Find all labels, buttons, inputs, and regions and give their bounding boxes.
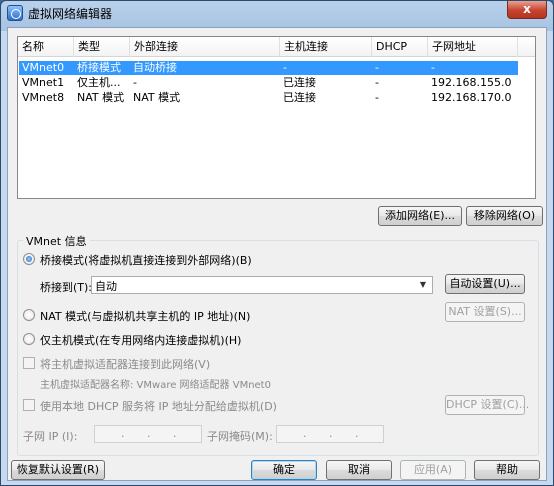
column-header-dhcp[interactable]: DHCP	[372, 37, 428, 57]
bridge-to-select[interactable]: 自动 ▼	[91, 276, 433, 294]
cell-subnet: 192.168.170.0	[431, 91, 512, 104]
chevron-down-icon: ▼	[419, 280, 427, 289]
nat-mode-radio[interactable]	[23, 309, 35, 321]
host-only-radio[interactable]	[23, 333, 35, 345]
column-header-name[interactable]: 名称	[18, 37, 74, 57]
network-list[interactable]: 名称 类型 外部连接 主机连接 DHCP 子网地址 VMnet0 桥接模式 自动…	[17, 36, 536, 199]
subnet-ip-input[interactable]: . . .	[94, 425, 202, 443]
cancel-button[interactable]: 取消	[326, 460, 392, 480]
use-dhcp-label[interactable]: 使用本地 DHCP 服务将 IP 地址分配给虚拟机(D)	[40, 398, 277, 414]
restore-defaults-button[interactable]: 恢复默认设置(R)	[11, 460, 105, 480]
cell-host: -	[283, 61, 287, 74]
window-title: 虚拟网络编辑器	[28, 7, 113, 21]
subnet-mask-input[interactable]: . . .	[276, 425, 384, 443]
column-header-external[interactable]: 外部连接	[130, 37, 280, 57]
bridge-to-value: 自动	[95, 280, 117, 293]
list-header: 名称 类型 外部连接 主机连接 DHCP 子网地址	[18, 37, 535, 57]
column-header-subnet[interactable]: 子网地址	[428, 37, 518, 57]
nat-settings-button[interactable]: NAT 设置(S)...	[445, 302, 525, 322]
title-bar: 虚拟网络编辑器 x	[1, 1, 553, 25]
cell-type: 桥接模式	[77, 61, 121, 74]
table-row[interactable]: VMnet8 NAT 模式 NAT 模式 已连接 - 192.168.170.0	[19, 91, 518, 105]
cell-name: VMnet0	[22, 61, 65, 74]
ok-button[interactable]: 确定	[251, 460, 317, 480]
subnet-ip-label: 子网 IP (I):	[23, 430, 78, 443]
apply-button[interactable]: 应用(A)	[400, 460, 466, 480]
dhcp-settings-button[interactable]: DHCP 设置(C)...	[445, 395, 529, 415]
help-button[interactable]: 帮助	[474, 460, 540, 480]
cell-external: NAT 模式	[133, 91, 181, 104]
vmnet-info-title: VMnet 信息	[23, 233, 90, 249]
column-header-type[interactable]: 类型	[74, 37, 130, 57]
nat-mode-label[interactable]: NAT 模式(与虚拟机共享主机的 IP 地址)(N)	[40, 308, 250, 324]
cell-host: 已连接	[283, 91, 316, 104]
cell-subnet: -	[431, 61, 435, 74]
cell-name: VMnet8	[22, 91, 65, 104]
connect-adapter-checkbox[interactable]	[23, 357, 35, 369]
connect-adapter-label[interactable]: 将主机虚拟适配器连接到此网络(V)	[40, 356, 210, 372]
dialog-body: 名称 类型 外部连接 主机连接 DHCP 子网地址 VMnet0 桥接模式 自动…	[7, 27, 547, 481]
virtual-network-editor-window: 虚拟网络编辑器 x 名称 类型 外部连接 主机连接 DHCP 子网地址 VMne…	[0, 0, 554, 486]
table-row[interactable]: VMnet0 桥接模式 自动桥接 - - -	[19, 61, 518, 75]
cell-type: 仅主机...	[77, 76, 121, 89]
auto-settings-button[interactable]: 自动设置(U)...	[445, 274, 525, 294]
use-dhcp-checkbox[interactable]	[23, 399, 35, 411]
subnet-mask-label: 子网掩码(M):	[207, 430, 273, 443]
bridge-mode-radio[interactable]	[23, 253, 35, 265]
add-network-button[interactable]: 添加网络(E)...	[378, 206, 462, 226]
cell-external: -	[133, 76, 137, 89]
cell-subnet: 192.168.155.0	[431, 76, 512, 89]
bridge-mode-label[interactable]: 桥接模式(将虚拟机直接连接到外部网络)(B)	[40, 252, 252, 268]
cell-name: VMnet1	[22, 76, 65, 89]
cell-dhcp: -	[375, 91, 379, 104]
cell-dhcp: -	[375, 76, 379, 89]
cell-dhcp: -	[375, 61, 379, 74]
table-row[interactable]: VMnet1 仅主机... - 已连接 - 192.168.155.0	[19, 76, 518, 90]
host-only-label[interactable]: 仅主机模式(在专用网络内连接虚拟机)(H)	[40, 332, 241, 348]
bridge-to-label: 桥接到(T):	[40, 281, 93, 294]
column-header-host[interactable]: 主机连接	[280, 37, 372, 57]
vmware-app-icon	[7, 5, 23, 21]
cell-external: 自动桥接	[133, 61, 177, 74]
adapter-name-text: 主机虚拟适配器名称: VMware 网络适配器 VMnet0	[40, 380, 271, 391]
remove-network-button[interactable]: 移除网络(O)	[466, 206, 543, 226]
cell-host: 已连接	[283, 76, 316, 89]
vmnet-info-group: VMnet 信息 桥接模式(将虚拟机直接连接到外部网络)(B) 桥接到(T): …	[17, 233, 539, 456]
cell-type: NAT 模式	[77, 91, 125, 104]
close-button[interactable]: x	[507, 1, 547, 19]
